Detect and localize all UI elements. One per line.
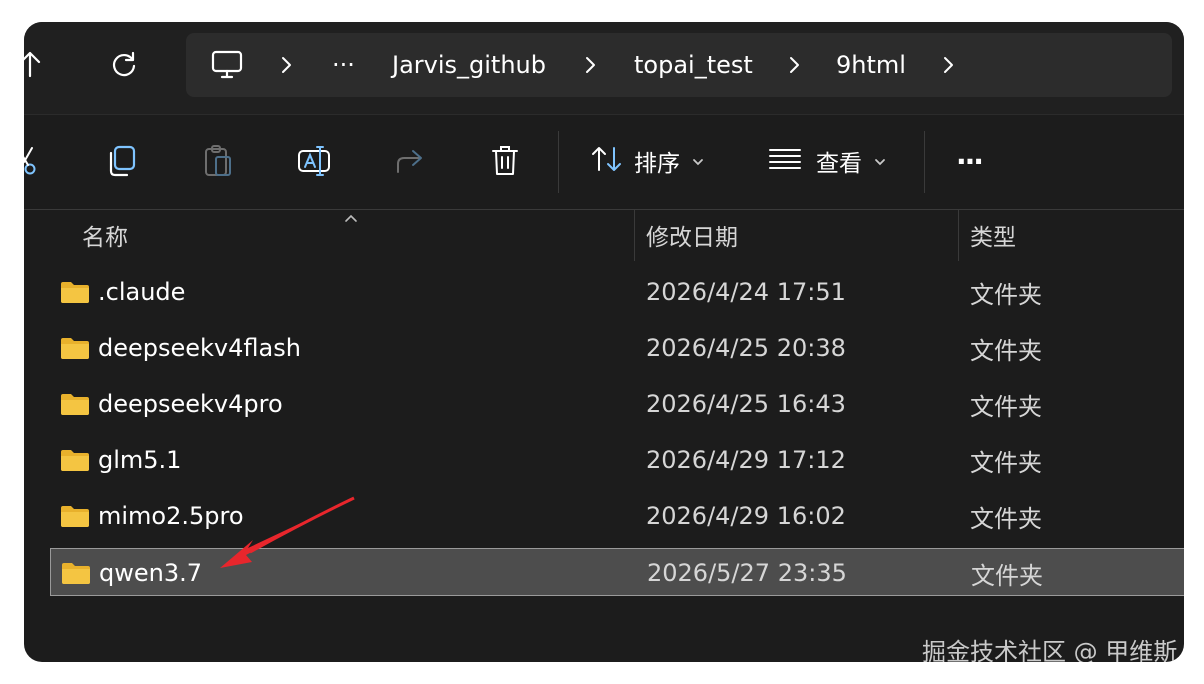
watermark: 掘金技术社区 @ 甲维斯 (922, 638, 1178, 662)
file-modified-date: 2026/4/29 17:12 (646, 446, 846, 474)
file-row[interactable]: deepseekv4pro 2026/4/25 16:43 文件夹 (50, 380, 1184, 428)
refresh-icon[interactable] (102, 42, 146, 86)
breadcrumb-item-jarvis-github[interactable]: Jarvis_github (392, 33, 546, 97)
file-type: 文件夹 (970, 280, 1042, 309)
sort-button[interactable]: 排序 (590, 137, 704, 185)
column-header-type[interactable]: 类型 (970, 209, 1016, 261)
file-name: mimo2.5pro (98, 502, 244, 530)
file-row[interactable]: glm5.1 2026/4/29 17:12 文件夹 (50, 436, 1184, 484)
file-row[interactable]: qwen3.7 2026/5/27 23:35 文件夹 (50, 548, 1184, 596)
breadcrumb-overflow[interactable]: ··· (332, 33, 355, 97)
file-modified-date: 2026/5/27 23:35 (647, 559, 847, 587)
column-header-row: 名称 修改日期 类型 (24, 209, 1184, 261)
folder-icon (60, 336, 90, 364)
file-modified-date: 2026/4/25 20:38 (646, 334, 846, 362)
file-explorer-window: ··· Jarvis_github topai_test 9html 排序 查看… (24, 22, 1184, 662)
file-type: 文件夹 (970, 504, 1042, 533)
chevron-right-icon[interactable] (942, 33, 956, 97)
column-divider[interactable] (958, 209, 959, 261)
sort-icon (590, 144, 624, 178)
file-type: 文件夹 (970, 392, 1042, 421)
delete-icon[interactable] (490, 137, 520, 185)
command-bar: 排序 查看 ··· (24, 114, 1184, 210)
file-modified-date: 2026/4/25 16:43 (646, 390, 846, 418)
address-bar[interactable]: ··· Jarvis_github topai_test 9html (186, 33, 1172, 97)
folder-icon (61, 561, 91, 589)
file-name: glm5.1 (98, 446, 182, 474)
view-label: 查看 (816, 151, 862, 177)
file-name: deepseekv4flash (98, 334, 301, 362)
file-row[interactable]: mimo2.5pro 2026/4/29 16:02 文件夹 (50, 492, 1184, 540)
view-list-icon (768, 147, 802, 175)
folder-icon (60, 392, 90, 420)
column-header-name[interactable]: 名称 (82, 209, 128, 261)
more-options-button[interactable]: ··· (956, 137, 984, 185)
file-name: .claude (98, 278, 186, 306)
file-name: qwen3.7 (99, 559, 203, 587)
breadcrumb-item-9html[interactable]: 9html (836, 33, 906, 97)
folder-icon (60, 448, 90, 476)
arrow-up-icon[interactable] (24, 42, 52, 86)
sort-label: 排序 (634, 151, 680, 177)
chevron-down-icon (692, 152, 704, 171)
computer-icon[interactable] (210, 33, 244, 97)
navigation-bar: ··· Jarvis_github topai_test 9html (24, 22, 1184, 114)
file-modified-date: 2026/4/24 17:51 (646, 278, 846, 306)
copy-icon[interactable] (106, 137, 138, 185)
cut-icon[interactable] (24, 137, 42, 185)
paste-icon[interactable] (202, 137, 234, 185)
folder-icon (60, 504, 90, 532)
file-modified-date: 2026/4/29 16:02 (646, 502, 846, 530)
command-separator (558, 131, 559, 193)
command-separator (924, 131, 925, 193)
file-type: 文件夹 (971, 561, 1043, 590)
rename-icon[interactable] (296, 137, 332, 185)
chevron-right-icon[interactable] (280, 33, 294, 97)
file-row[interactable]: .claude 2026/4/24 17:51 文件夹 (50, 268, 1184, 316)
chevron-right-icon[interactable] (788, 33, 802, 97)
share-icon[interactable] (394, 137, 428, 185)
chevron-down-icon (874, 152, 886, 171)
breadcrumb-item-topai-test[interactable]: topai_test (634, 33, 753, 97)
sort-ascending-indicator (344, 209, 358, 228)
more-icon: ··· (956, 144, 984, 178)
view-button[interactable]: 查看 (768, 137, 886, 185)
file-type: 文件夹 (970, 336, 1042, 365)
file-type: 文件夹 (970, 448, 1042, 477)
file-name: deepseekv4pro (98, 390, 283, 418)
column-divider[interactable] (634, 209, 635, 261)
file-row[interactable]: deepseekv4flash 2026/4/25 20:38 文件夹 (50, 324, 1184, 372)
chevron-right-icon[interactable] (584, 33, 598, 97)
folder-icon (60, 280, 90, 308)
column-header-modified[interactable]: 修改日期 (646, 209, 738, 261)
